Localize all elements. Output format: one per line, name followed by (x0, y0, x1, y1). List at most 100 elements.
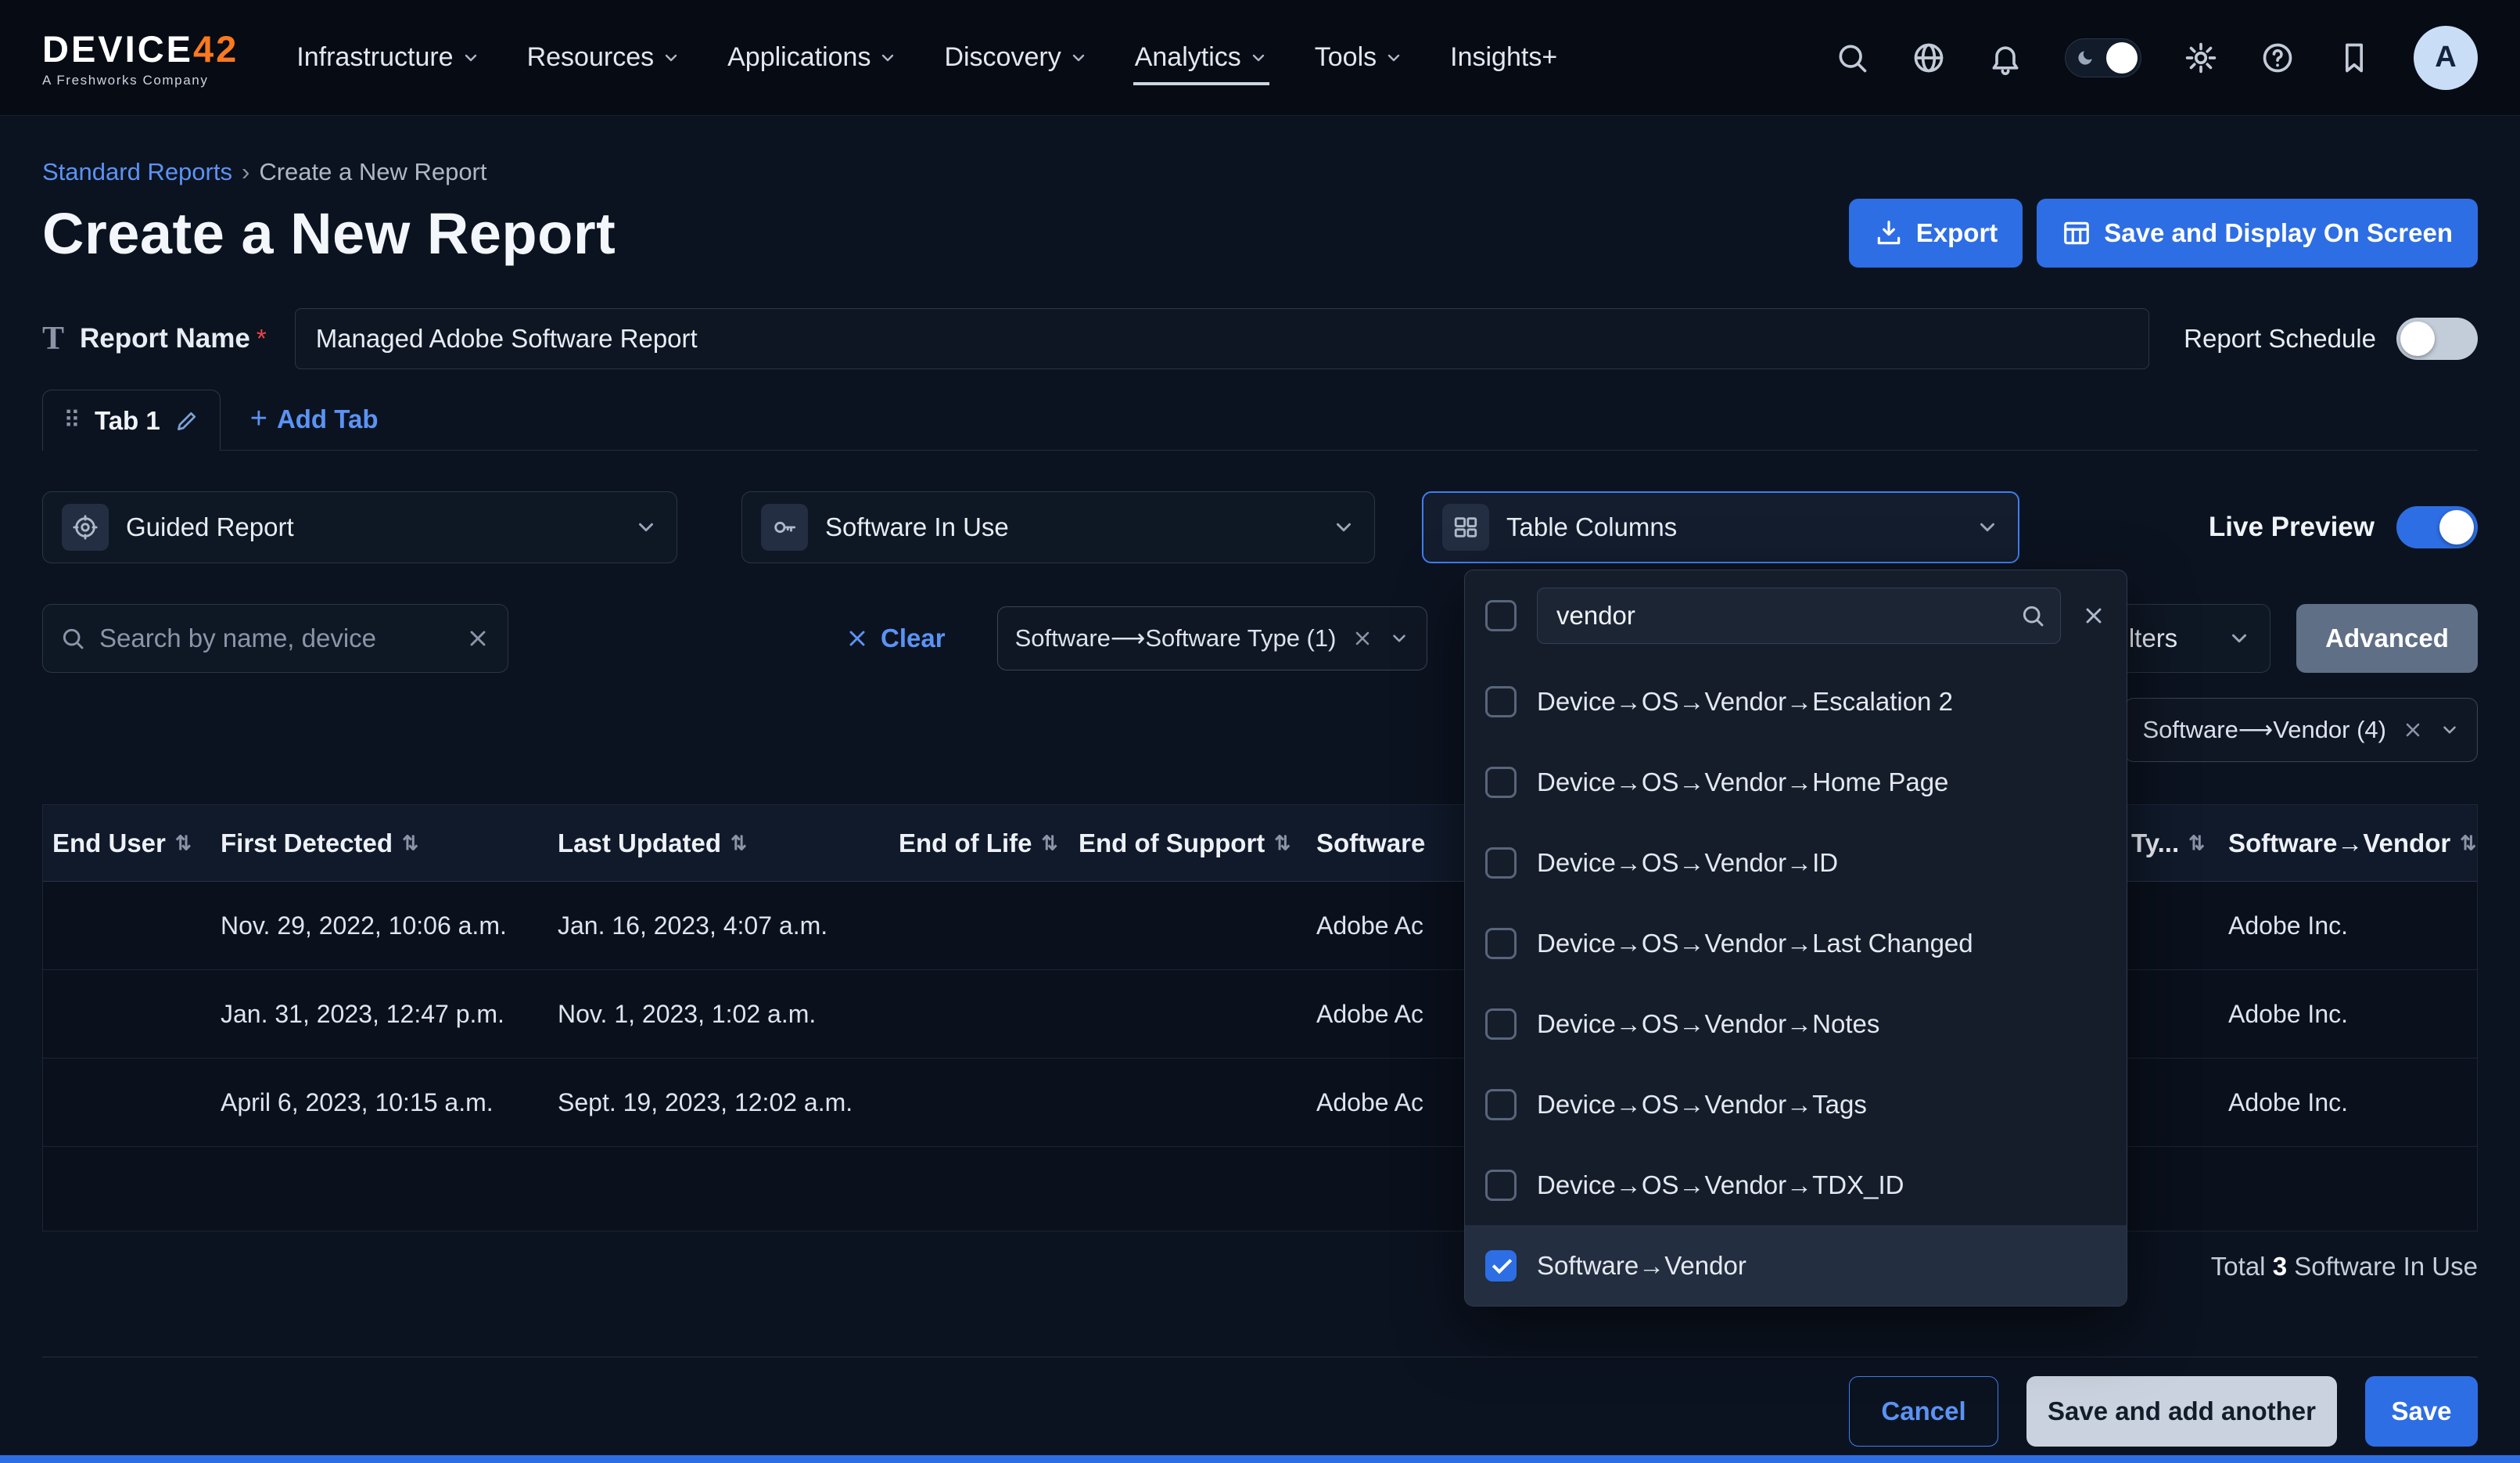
breadcrumb: Standard Reports › Create a New Report (42, 158, 2478, 186)
sort-icon[interactable]: ⇅ (175, 832, 192, 855)
chevron-down-icon[interactable] (2439, 720, 2460, 740)
column-option[interactable]: Device→OS→Vendor→Escalation 2 (1465, 661, 2127, 742)
column-option-label: Device→OS→Vendor→Notes (1537, 1009, 1879, 1039)
header-actions: Export Save and Display On Screen (1849, 199, 2478, 268)
dropdown-clear-search[interactable] (2081, 603, 2106, 628)
edit-icon[interactable] (174, 408, 199, 433)
breadcrumb-separator: › (242, 158, 249, 186)
nav-item-label: Infrastructure (296, 42, 453, 73)
live-preview-toggle[interactable] (2396, 506, 2478, 548)
export-button[interactable]: Export (1849, 199, 2023, 268)
sort-icon[interactable]: ⇅ (1274, 832, 1291, 855)
nav-item-label: Resources (527, 42, 655, 73)
save-display-button-label: Save and Display On Screen (2104, 218, 2453, 248)
sort-icon[interactable]: ⇅ (1041, 832, 1057, 855)
nav-item-discovery[interactable]: Discovery (942, 30, 1089, 85)
sort-icon[interactable]: ⇅ (2460, 832, 2476, 855)
clear-filters-button[interactable]: Clear (845, 624, 946, 653)
column-option[interactable]: Device→OS→Vendor→Tags (1465, 1064, 2127, 1145)
nav-item-insights[interactable]: Insights+ (1448, 30, 1559, 85)
column-option[interactable]: Software→Vendor (1465, 1225, 2127, 1306)
save-and-add-another-button[interactable]: Save and add another (2026, 1376, 2337, 1447)
column-option[interactable]: Device→OS→Vendor→ID (1465, 822, 2127, 903)
nav-item-infrastructure[interactable]: Infrastructure (295, 30, 481, 85)
chevron-down-icon (878, 49, 897, 67)
column-label: End of Life (899, 829, 1032, 858)
nav-item-tools[interactable]: Tools (1313, 30, 1405, 85)
nav-item-resources[interactable]: Resources (526, 30, 683, 85)
data-source-select[interactable]: Software In Use (741, 491, 1375, 563)
brand-name: DEVICE (42, 28, 193, 70)
column-header-software-type[interactable]: Ty...⇅ (2122, 829, 2219, 858)
column-option[interactable]: Device→OS→Vendor→Last Changed (1465, 903, 2127, 983)
nav-item-analytics[interactable]: Analytics (1133, 30, 1269, 85)
checkbox[interactable] (1485, 1089, 1517, 1120)
globe-icon[interactable] (1912, 41, 1946, 75)
cancel-button[interactable]: Cancel (1849, 1376, 1998, 1447)
advanced-button[interactable]: Advanced (2296, 604, 2478, 673)
column-header-end-of-life[interactable]: End of Life ⇅ (889, 829, 1069, 858)
checkbox[interactable] (1485, 1170, 1517, 1201)
save-display-button[interactable]: Save and Display On Screen (2037, 199, 2478, 268)
column-option[interactable]: Device→OS→Vendor→Notes (1465, 983, 2127, 1064)
sort-icon[interactable]: ⇅ (731, 832, 747, 855)
vendor-filter-chip[interactable]: Software⟶Vendor (4) (2124, 698, 2478, 762)
avatar[interactable]: A (2414, 26, 2478, 90)
column-header-end-of-support[interactable]: End of Support ⇅ (1069, 829, 1307, 858)
columns-icon (1442, 504, 1489, 551)
checkbox[interactable] (1485, 928, 1517, 959)
save-button[interactable]: Save (2365, 1376, 2478, 1447)
chevron-down-icon (1332, 516, 1355, 539)
column-header-first-detected[interactable]: First Detected⇅ (211, 829, 548, 858)
report-type-select[interactable]: Guided Report (42, 491, 677, 563)
table-columns-select[interactable]: Table Columns (1422, 491, 2019, 563)
checkbox[interactable] (1485, 767, 1517, 798)
bookmark-icon[interactable] (2337, 41, 2371, 75)
theme-toggle-knob (2106, 42, 2138, 74)
column-label: Software (1316, 829, 1425, 858)
sort-icon[interactable]: ⇅ (2188, 832, 2205, 855)
drag-handle-icon[interactable]: ⠿ (63, 407, 81, 434)
gear-icon[interactable] (2184, 41, 2218, 75)
close-icon[interactable] (2402, 719, 2424, 741)
search-input[interactable] (99, 624, 451, 653)
report-schedule-toggle[interactable] (2396, 318, 2478, 360)
column-option-label: Device→OS→Vendor→TDX_ID (1537, 1170, 1904, 1200)
clear-label: Clear (881, 624, 946, 653)
chevron-down-icon[interactable] (1389, 628, 1409, 649)
search-icon (60, 626, 85, 651)
main-content: Standard Reports › Create a New Report C… (0, 158, 2520, 1447)
nav-item-applications[interactable]: Applications (726, 30, 899, 85)
tab-1[interactable]: ⠿ Tab 1 (42, 390, 221, 451)
column-label: Software→Vendor (2228, 829, 2450, 858)
checkbox[interactable] (1485, 1008, 1517, 1040)
column-header-last-updated[interactable]: Last Updated⇅ (548, 829, 889, 858)
close-icon[interactable] (465, 626, 490, 651)
chevron-down-icon (461, 49, 480, 67)
moon-icon (2075, 48, 2095, 68)
column-header-end-user[interactable]: End User⇅ (43, 829, 211, 858)
bell-icon[interactable] (1988, 41, 2023, 75)
dropdown-search-input[interactable] (1537, 588, 2061, 644)
sort-icon[interactable]: ⇅ (402, 832, 418, 855)
software-type-filter-chip[interactable]: Software⟶Software Type (1) (997, 606, 1428, 670)
checkbox[interactable] (1485, 1250, 1517, 1281)
select-all-checkbox[interactable] (1485, 600, 1517, 631)
column-label: End of Support (1079, 829, 1265, 858)
search-icon[interactable] (1835, 41, 1869, 75)
report-name-input[interactable] (295, 308, 2149, 369)
cell-last-updated: Sept. 19, 2023, 12:02 a.m. (548, 1088, 889, 1117)
checkbox[interactable] (1485, 847, 1517, 879)
nav-item-label: Analytics (1135, 42, 1241, 73)
add-tab-button[interactable]: + Add Tab (250, 402, 379, 450)
theme-toggle[interactable] (2065, 38, 2141, 77)
column-option[interactable]: Device→OS→Vendor→Home Page (1465, 742, 2127, 822)
close-icon[interactable] (1352, 627, 1373, 649)
breadcrumb-parent-link[interactable]: Standard Reports (42, 158, 232, 186)
help-icon[interactable] (2260, 41, 2295, 75)
page-title: Create a New Report (42, 200, 616, 267)
brand-logo[interactable]: DEVICE42 A Freshworks Company (42, 27, 239, 88)
checkbox[interactable] (1485, 686, 1517, 717)
column-header-software-vendor[interactable]: Software→Vendor ⇅ (2219, 829, 2477, 858)
column-option[interactable]: Device→OS→Vendor→TDX_ID (1465, 1145, 2127, 1225)
